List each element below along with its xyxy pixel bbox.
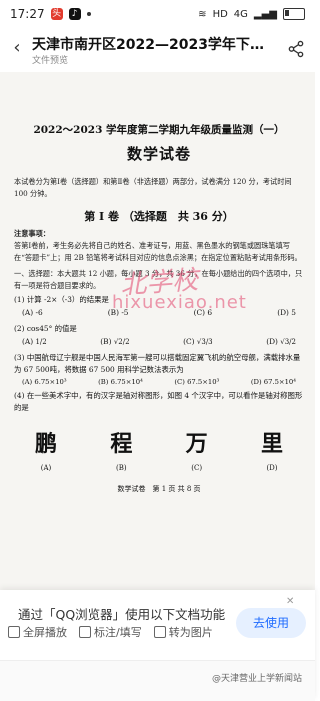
use-button[interactable]: 去使用 bbox=[236, 608, 306, 638]
fullscreen-label: 全屏播放 bbox=[23, 626, 67, 639]
wifi-icon: ≋ bbox=[198, 8, 207, 20]
watermark-url: hixuexiao.net bbox=[112, 292, 247, 313]
app-header: ‹ 天津市南开区2022—2023学年下学期... 文件预览 bbox=[0, 28, 315, 73]
status-bar: 17:27 头 ♪ ≋ HD 4G ▂▄▆ bbox=[0, 0, 315, 28]
q4-label-a: (A) bbox=[40, 464, 52, 472]
question-3: (3) 中国航母辽宁舰是中国人民海军第一艘可以搭载固定翼飞机的航空母舰，满载排水… bbox=[14, 353, 301, 374]
more-dot-icon bbox=[86, 12, 91, 16]
question-4: (4) 在一些美术字中，有的汉字是轴对称图形，如图 4 个汉字中，可以看作是轴对… bbox=[14, 391, 303, 412]
q2-option-c: (C) √3/3 bbox=[183, 337, 213, 346]
document-preview[interactable]: 2022～2023 学年度第二学期九年级质量监测（一） 数学试卷 本试卷分为第Ⅰ… bbox=[0, 72, 315, 590]
question-4-labels: (A) (B) (C) (D) bbox=[14, 464, 304, 472]
q4-char-c: 万 bbox=[185, 431, 208, 457]
back-arrow-icon[interactable]: ‹ bbox=[6, 36, 28, 60]
q4-label-d: (D) bbox=[266, 464, 278, 472]
q1-option-d: (D) 5 bbox=[277, 308, 296, 317]
q3-option-c: (C) 67.5×10³ bbox=[174, 378, 220, 386]
banner-message: 通过「QQ浏览器」使用以下文档功能 bbox=[18, 607, 226, 622]
banner-close-icon[interactable]: ✕ bbox=[286, 596, 294, 607]
annotate-label: 标注/填写 bbox=[94, 626, 142, 639]
page-footer: 数学试卷 第 1 页 共 8 页 bbox=[117, 485, 201, 493]
q4-char-d: 里 bbox=[260, 431, 283, 457]
exam-subtitle: 数学试卷 bbox=[126, 145, 191, 163]
q4-char-a: 鹏 bbox=[34, 431, 57, 457]
q2-value-a: 1/2 bbox=[35, 337, 47, 346]
to-image-label: 转为图片 bbox=[168, 626, 213, 639]
page-title: 天津市南开区2022—2023学年下学期... bbox=[32, 37, 272, 53]
to-image-action[interactable]: 转为图片 bbox=[153, 624, 213, 640]
section-title: 第 Ⅰ 卷 （选择题 共 36 分） bbox=[84, 210, 234, 223]
network-label: HD bbox=[212, 8, 228, 20]
fullscreen-icon bbox=[8, 626, 20, 638]
signal-label: 4G bbox=[233, 8, 248, 20]
battery-icon bbox=[283, 8, 305, 20]
q2-value-b: √2/2 bbox=[113, 337, 130, 346]
q2-option-d: (D) √3/2 bbox=[266, 337, 296, 346]
notice-label: 注意事项： bbox=[14, 229, 50, 238]
notice-text: 答第Ⅰ卷前，考生务必先将自己的姓名、准考证号，用蓝、黑色墨水的钢笔或圆珠笔填写在… bbox=[14, 241, 302, 262]
q3-option-d: (D) 67.5×10⁴ bbox=[250, 378, 296, 386]
question-4-characters: 鹏 程 万 里 bbox=[14, 426, 304, 458]
q3-option-b: (B) 6.75×10⁴ bbox=[98, 378, 143, 386]
annotate-icon bbox=[79, 626, 91, 638]
fullscreen-action[interactable]: 全屏播放 bbox=[8, 624, 67, 640]
q2-option-b: (B) √2/2 bbox=[100, 337, 130, 346]
account-watermark: @天津营业上学新闻站 bbox=[212, 674, 303, 684]
signal-bars-icon: ▂▄▆ bbox=[253, 8, 277, 20]
question-3-options: (A) 6.75×10³ (B) 6.75×10⁴ (C) 67.5×10³ (… bbox=[14, 378, 304, 386]
banner-actions: 全屏播放 标注/填写 转为图片 bbox=[8, 624, 213, 640]
q4-label-b: (B) bbox=[116, 464, 127, 472]
tiktok-icon: ♪ bbox=[68, 8, 81, 20]
battery-fill bbox=[285, 10, 289, 16]
question-2-options: (A) 1/2 (B) √2/2 (C) √3/3 (D) √3/2 bbox=[14, 337, 304, 346]
q2-value-c: √3/3 bbox=[196, 337, 213, 346]
q1-option-a: (A) -6 bbox=[22, 308, 43, 317]
q2-value-d: √3/2 bbox=[280, 337, 296, 346]
annotate-action[interactable]: 标注/填写 bbox=[79, 624, 142, 640]
image-icon bbox=[153, 626, 166, 638]
share-icon[interactable] bbox=[287, 40, 305, 58]
page-subtitle: 文件预览 bbox=[32, 56, 69, 66]
status-time: 17:27 bbox=[10, 7, 45, 21]
question-2: (2) cos45° 的值是 bbox=[14, 324, 77, 333]
q4-char-b: 程 bbox=[110, 431, 133, 457]
q3-option-a: (A) 6.75×10³ bbox=[22, 378, 67, 386]
q2-option-a: (A) 1/2 bbox=[22, 337, 47, 346]
q4-label-c: (C) bbox=[191, 464, 203, 472]
exam-intro: 本试卷分为第Ⅰ卷（选择题）和第Ⅱ卷（非选择题）两部分，试卷满分 120 分，考试… bbox=[14, 177, 292, 198]
notification-app-icon: 头 bbox=[50, 8, 63, 20]
exam-title: 2022～2023 学年度第二学期九年级质量监测（一） bbox=[33, 124, 285, 136]
